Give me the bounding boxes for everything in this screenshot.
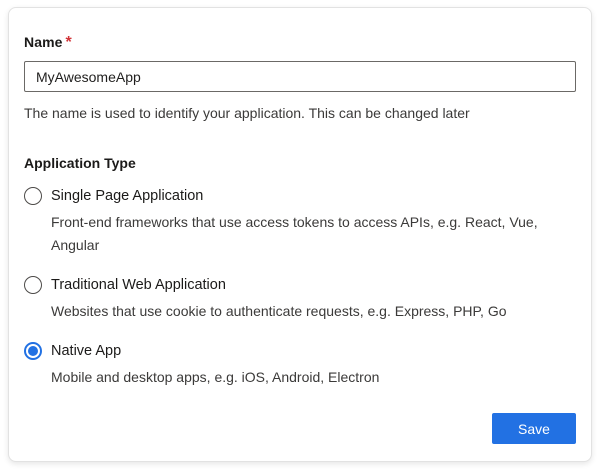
radio-option-single-page-application: Single Page Application Front-end framew… [24,187,576,257]
radio-option-label: Single Page Application [51,188,204,204]
name-input[interactable] [24,61,576,92]
application-type-label: Application Type [24,155,136,171]
radio-option-description: Front-end frameworks that use access tok… [51,214,538,253]
radio-option-label: Native App [51,343,122,359]
radio-button-icon[interactable] [24,187,42,205]
name-label: Name [24,34,63,50]
name-field-label-row: Name * [24,34,576,52]
radio-row-native-app[interactable]: Native App [24,342,576,360]
radio-row-single-page-application[interactable]: Single Page Application [24,187,576,205]
name-help-text: The name is used to identify your applic… [24,105,470,121]
radio-option-label: Traditional Web Application [51,277,226,293]
radio-option-description: Websites that use cookie to authenticate… [51,303,507,319]
required-asterisk: * [65,34,72,51]
save-button[interactable]: Save [492,413,576,444]
radio-option-traditional-web-application: Traditional Web Application Websites tha… [24,276,576,323]
radio-option-native-app: Native App Mobile and desktop apps, e.g.… [24,342,576,389]
radio-button-icon[interactable] [24,276,42,294]
radio-row-traditional-web-application[interactable]: Traditional Web Application [24,276,576,294]
application-form-card: Name* The name is used to identify your … [8,7,592,462]
radio-option-description: Mobile and desktop apps, e.g. iOS, Andro… [51,369,380,385]
application-type-radio-group: Single Page Application Front-end framew… [24,187,576,389]
radio-button-icon-selected[interactable] [24,342,42,360]
